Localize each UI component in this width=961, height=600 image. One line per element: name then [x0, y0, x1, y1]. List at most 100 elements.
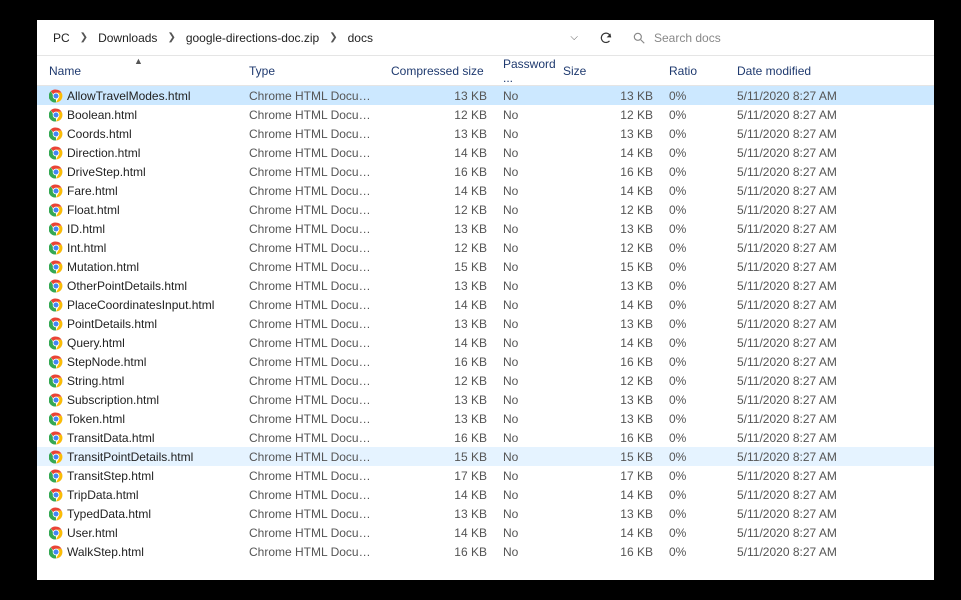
file-name-cell[interactable]: Query.html [37, 336, 241, 350]
file-row[interactable]: PlaceCoordinatesInput.htmlChrome HTML Do… [37, 295, 934, 314]
file-name: Fare.html [67, 184, 118, 198]
file-row[interactable]: Subscription.htmlChrome HTML Document13 … [37, 390, 934, 409]
file-name-cell[interactable]: Token.html [37, 412, 241, 426]
file-name: OtherPointDetails.html [67, 279, 187, 293]
file-row[interactable]: Coords.htmlChrome HTML Document13 KBNo13… [37, 124, 934, 143]
chevron-right-icon[interactable]: ❯ [78, 32, 90, 43]
file-row[interactable]: AllowTravelModes.htmlChrome HTML Documen… [37, 86, 934, 105]
breadcrumb-item[interactable]: PC [49, 29, 74, 47]
file-name-cell[interactable]: Float.html [37, 203, 241, 217]
chrome-html-icon [49, 184, 63, 198]
file-row[interactable]: Direction.htmlChrome HTML Document14 KBN… [37, 143, 934, 162]
file-row[interactable]: ID.htmlChrome HTML Document13 KBNo13 KB0… [37, 219, 934, 238]
file-size-cell: 13 KB [555, 412, 661, 426]
file-name-cell[interactable]: String.html [37, 374, 241, 388]
file-name-cell[interactable]: Boolean.html [37, 108, 241, 122]
file-compressed-size-cell: 16 KB [383, 355, 495, 369]
chrome-html-icon [49, 450, 63, 464]
file-name-cell[interactable]: DriveStep.html [37, 165, 241, 179]
file-row[interactable]: Float.htmlChrome HTML Document12 KBNo12 … [37, 200, 934, 219]
file-password-cell: No [495, 260, 555, 274]
file-password-cell: No [495, 336, 555, 350]
breadcrumb[interactable]: PC ❯ Downloads ❯ google-directions-doc.zip ❯ d… [45, 26, 586, 50]
chevron-right-icon[interactable]: ❯ [165, 32, 177, 43]
file-date-cell: 5/11/2020 8:27 AM [729, 393, 929, 407]
file-row[interactable]: WalkStep.htmlChrome HTML Document16 KBNo… [37, 542, 934, 561]
file-name-cell[interactable]: ID.html [37, 222, 241, 236]
breadcrumb-dropdown-icon[interactable]: ⌵ [566, 32, 582, 43]
file-ratio-cell: 0% [661, 260, 729, 274]
file-name-cell[interactable]: TripData.html [37, 488, 241, 502]
breadcrumb-item[interactable]: docs [344, 29, 377, 47]
file-name-cell[interactable]: OtherPointDetails.html [37, 279, 241, 293]
file-name-cell[interactable]: StepNode.html [37, 355, 241, 369]
file-explorer-window: PC ❯ Downloads ❯ google-directions-doc.zip ❯ d… [37, 20, 934, 580]
file-row[interactable]: Int.htmlChrome HTML Document12 KBNo12 KB… [37, 238, 934, 257]
file-row[interactable]: TypedData.htmlChrome HTML Document13 KBN… [37, 504, 934, 523]
chrome-html-icon [49, 317, 63, 331]
file-name-cell[interactable]: TypedData.html [37, 507, 241, 521]
column-header-ratio[interactable]: Ratio [661, 56, 729, 85]
file-ratio-cell: 0% [661, 222, 729, 236]
search-box[interactable] [626, 26, 926, 50]
file-password-cell: No [495, 317, 555, 331]
file-name-cell[interactable]: PlaceCoordinatesInput.html [37, 298, 241, 312]
column-header-date-modified[interactable]: Date modified [729, 56, 929, 85]
file-row[interactable]: TransitPointDetails.htmlChrome HTML Docu… [37, 447, 934, 466]
file-row[interactable]: Mutation.htmlChrome HTML Document15 KBNo… [37, 257, 934, 276]
breadcrumb-item[interactable]: Downloads [94, 29, 161, 47]
file-name-cell[interactable]: Fare.html [37, 184, 241, 198]
file-date-cell: 5/11/2020 8:27 AM [729, 203, 929, 217]
file-size-cell: 13 KB [555, 127, 661, 141]
file-row[interactable]: String.htmlChrome HTML Document12 KBNo12… [37, 371, 934, 390]
file-row[interactable]: OtherPointDetails.html Chrome HTML Docume… [37, 276, 934, 295]
file-password-cell: No [495, 488, 555, 502]
file-row[interactable]: Token.htmlChrome HTML Document13 KBNo13 … [37, 409, 934, 428]
file-password-cell: No [495, 127, 555, 141]
file-name-cell[interactable]: Direction.html [37, 146, 241, 160]
file-row[interactable]: PointDetails.htmlChrome HTML Document13 … [37, 314, 934, 333]
file-row[interactable]: Query.htmlChrome HTML Document14 KBNo14 … [37, 333, 934, 352]
file-type-cell: Chrome HTML Document [241, 412, 383, 426]
column-header-type[interactable]: Type [241, 56, 383, 85]
file-name-cell[interactable]: TransitStep.html [37, 469, 241, 483]
file-name-cell[interactable]: PointDetails.html [37, 317, 241, 331]
file-row[interactable]: TransitData.htmlChrome HTML Document16 K… [37, 428, 934, 447]
file-row[interactable]: StepNode.htmlChrome HTML Document16 KBNo… [37, 352, 934, 371]
file-size-cell: 15 KB [555, 450, 661, 464]
file-ratio-cell: 0% [661, 450, 729, 464]
file-name-cell[interactable]: User.html [37, 526, 241, 540]
file-row[interactable]: TransitStep.htmlChrome HTML Document17 K… [37, 466, 934, 485]
file-date-cell: 5/11/2020 8:27 AM [729, 241, 929, 255]
file-name-cell[interactable]: Mutation.html [37, 260, 241, 274]
file-type-cell: Chrome HTML Document [241, 279, 383, 293]
breadcrumb-item[interactable]: google-directions-doc.zip [182, 29, 323, 47]
file-size-cell: 15 KB [555, 260, 661, 274]
column-header-compressed-size[interactable]: Compressed size [383, 56, 495, 85]
file-name-cell[interactable]: Int.html [37, 241, 241, 255]
file-row[interactable]: TripData.htmlChrome HTML Document14 KBNo… [37, 485, 934, 504]
file-name: String.html [67, 374, 124, 388]
file-name-cell[interactable]: TransitPointDetails.html [37, 450, 241, 464]
file-ratio-cell: 0% [661, 146, 729, 160]
search-input[interactable] [652, 30, 920, 46]
file-row[interactable]: User.htmlChrome HTML Document14 KBNo14 K… [37, 523, 934, 542]
file-compressed-size-cell: 14 KB [383, 336, 495, 350]
refresh-button[interactable] [592, 26, 620, 50]
file-name-cell[interactable]: WalkStep.html [37, 545, 241, 559]
column-header-name[interactable]: Name ▲ [37, 56, 241, 85]
file-list[interactable]: AllowTravelModes.htmlChrome HTML Documen… [37, 86, 934, 580]
file-row[interactable]: Boolean.htmlChrome HTML Document12 KBNo1… [37, 105, 934, 124]
file-name-cell[interactable]: Coords.html [37, 127, 241, 141]
column-header-size[interactable]: Size [555, 56, 661, 85]
file-row[interactable]: Fare.htmlChrome HTML Document14 KBNo14 K… [37, 181, 934, 200]
file-ratio-cell: 0% [661, 469, 729, 483]
chevron-right-icon[interactable]: ❯ [327, 32, 339, 43]
file-row[interactable]: DriveStep.htmlChrome HTML Document16 KBN… [37, 162, 934, 181]
file-name-cell[interactable]: TransitData.html [37, 431, 241, 445]
column-label: Password ... [503, 57, 556, 85]
column-header-password[interactable]: Password ... [495, 56, 555, 85]
file-type-cell: Chrome HTML Document [241, 108, 383, 122]
file-name-cell[interactable]: Subscription.html [37, 393, 241, 407]
file-name-cell[interactable]: AllowTravelModes.html [37, 89, 241, 103]
